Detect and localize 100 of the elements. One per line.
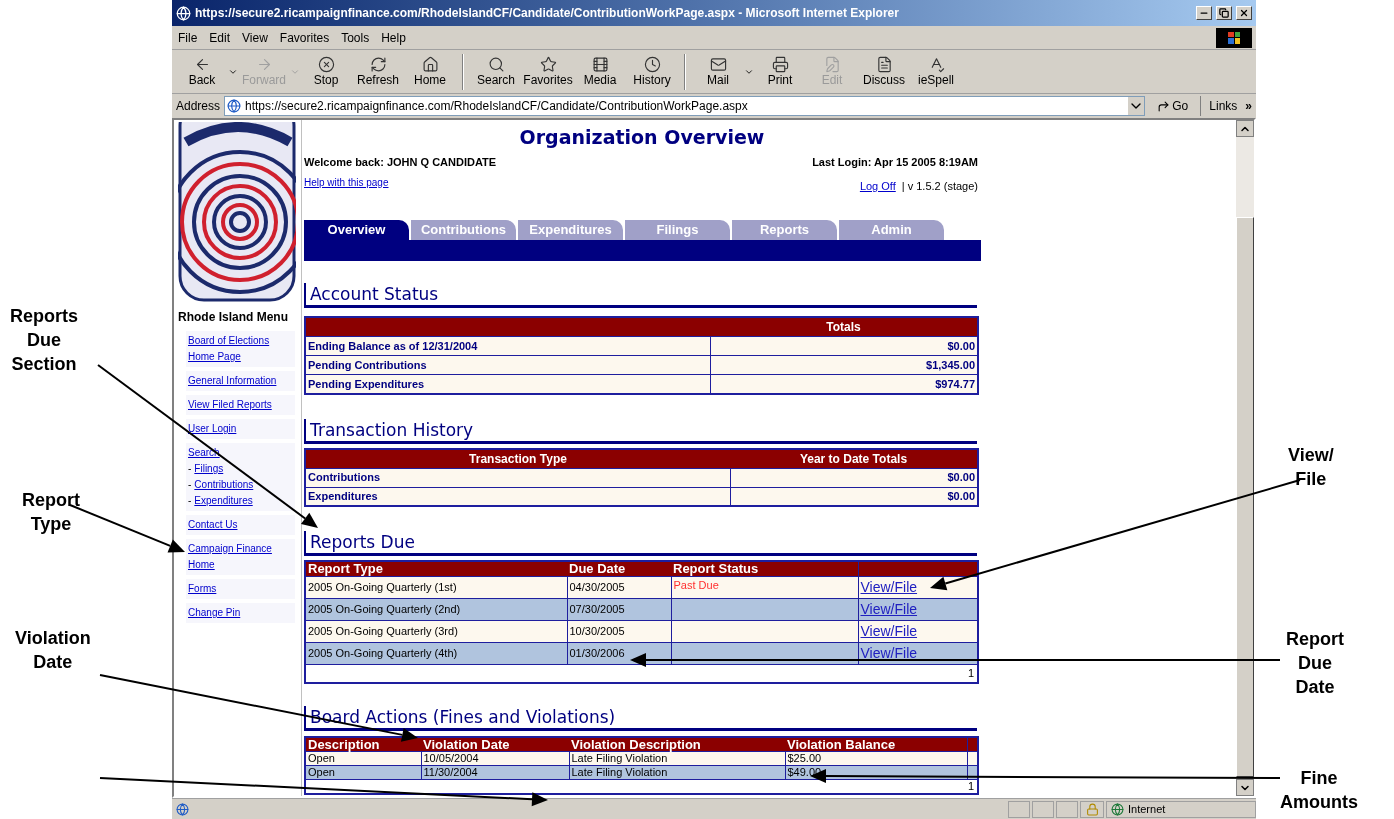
bullet-dash: - <box>188 494 192 508</box>
edit-page-icon <box>823 56 841 73</box>
toolbar-button[interactable]: Stop <box>300 56 352 87</box>
table-cell: Contributions <box>305 468 730 487</box>
column-header: Description <box>305 736 421 751</box>
column-header: Report Status <box>671 561 858 577</box>
windows-logo-icon <box>1216 27 1252 48</box>
table-cell: 2005 On-Going Quarterly (2nd) <box>305 598 567 621</box>
table-cell: 07/30/2005 <box>567 598 671 621</box>
table-cell: 10/30/2005 <box>567 620 671 643</box>
table-cell: $0.00 <box>730 468 978 487</box>
sidebar-link[interactable]: Change Pin <box>188 605 293 621</box>
menu-item[interactable]: File <box>172 28 204 47</box>
printer-icon <box>771 56 789 73</box>
menu-item[interactable]: View <box>236 28 274 47</box>
address-label: Address <box>176 98 221 115</box>
annotation-label: Report Type <box>22 489 80 536</box>
sidebar-link[interactable]: Forms <box>188 581 293 597</box>
toolbar-button[interactable]: Mail <box>692 56 754 87</box>
vertical-scrollbar[interactable] <box>1236 120 1254 796</box>
page-number[interactable]: 1 <box>967 779 974 792</box>
column-header: Violation Date <box>421 736 569 751</box>
toolbar-button[interactable]: Print <box>754 56 806 87</box>
table-cell: Ending Balance as of 12/31/2004 <box>305 336 710 356</box>
annotation-label: Report Due Date <box>1286 628 1344 699</box>
menu-item[interactable]: Tools <box>335 28 376 47</box>
go-button[interactable]: Go <box>1149 97 1197 115</box>
window-title: https://secure2.ricampaignfinance.com/RhodeIslandCF/Candidate/ContributionWorkPage.aspx - Microsoft Internet Explorer <box>195 5 900 22</box>
last-login-text: Last Login: Apr 15 2005 8:19AM <box>812 155 978 170</box>
restore-icon[interactable] <box>1216 6 1232 20</box>
page-icon <box>227 99 242 113</box>
annotation-label: Violation Date <box>15 627 91 674</box>
annotation-label: Fine Amounts <box>1280 767 1358 814</box>
toolbar-button[interactable]: Favorites <box>522 56 574 87</box>
globe-icon <box>1111 802 1124 816</box>
welcome-text: Welcome back: JOHN Q CANDIDATE <box>304 155 497 170</box>
column-header: Violation Balance <box>785 736 967 751</box>
toolbar-button[interactable]: Refresh <box>352 56 404 87</box>
zone-text: Internet <box>1128 801 1166 817</box>
scrollbar-thumb[interactable] <box>1236 217 1254 777</box>
sidebar-link[interactable]: General Information <box>188 373 293 389</box>
star-icon <box>539 56 557 73</box>
menu-item[interactable]: Help <box>375 28 412 47</box>
status-pane <box>1056 800 1078 818</box>
sidebar-link[interactable]: Filings <box>194 461 224 477</box>
page-number[interactable]: 1 <box>967 667 974 679</box>
film-icon <box>591 56 609 73</box>
table-cell: 2005 On-Going Quarterly (4th) <box>305 642 567 665</box>
table-cell: 10/05/2004 <box>421 751 569 765</box>
toolbar-button[interactable]: Home <box>404 56 456 87</box>
toolbar-button[interactable]: Search <box>470 56 522 87</box>
nav-tab[interactable]: Overview <box>304 220 409 240</box>
search-icon <box>487 56 505 73</box>
lock-icon <box>1085 802 1099 816</box>
dropdown-caret-icon[interactable] <box>1128 97 1145 115</box>
status-pane <box>1008 800 1030 818</box>
toolbar-button[interactable]: Discuss <box>858 56 910 87</box>
table-cell: 2005 On-Going Quarterly (3rd) <box>305 620 567 643</box>
links-button[interactable]: Links <box>1205 97 1242 115</box>
stop-icon <box>317 56 335 73</box>
sidebar-link[interactable]: Contact Us <box>188 517 293 533</box>
mail-icon <box>709 56 727 73</box>
more-chevron[interactable]: » <box>1245 97 1256 115</box>
table-cell: Late Filing Violation <box>569 751 785 765</box>
table-cell: $25.00 <box>785 751 967 765</box>
sidebar-link[interactable]: View Filed Reports <box>188 397 293 413</box>
minimize-icon[interactable] <box>1196 6 1212 20</box>
sidebar-link[interactable]: Campaign Finance Home <box>188 541 293 573</box>
table-cell: Open <box>305 765 421 779</box>
column-header: Violation Description <box>569 736 785 751</box>
menu-item[interactable]: Favorites <box>273 28 336 47</box>
table-cell: Expenditures <box>305 487 730 506</box>
close-icon[interactable] <box>1236 6 1252 20</box>
help-link[interactable]: Help with this page <box>304 174 389 190</box>
page-title: Organization Overview <box>518 125 766 150</box>
version-text: | v 1.5.2 (stage) <box>901 178 978 194</box>
toolbar-button[interactable]: Media <box>574 56 626 87</box>
table-cell: 04/30/2005 <box>567 576 671 599</box>
toolbar-button[interactable]: Back <box>176 56 238 87</box>
toolbar-button[interactable]: History <box>626 56 678 87</box>
table-cell: $0.00 <box>710 336 978 356</box>
address-field[interactable]: https://secure2.ricampaignfinance.com/RhodeIslandCF/Candidate/ContributionWorkPage.aspx <box>224 96 1146 116</box>
section-heading: Reports Due <box>304 531 977 556</box>
sidebar-link[interactable]: Board of Elections Home Page <box>188 333 293 365</box>
sidebar-title: Rhode Island Menu <box>178 309 289 326</box>
log-off-link[interactable]: Log Off <box>859 177 896 194</box>
annotation-label: View/ File <box>1288 444 1334 491</box>
table-cell: Pending Expenditures <box>305 374 710 394</box>
menu-item[interactable]: Edit <box>203 28 237 47</box>
go-arrow-icon <box>1157 99 1171 113</box>
table-cell: 2005 On-Going Quarterly (1st) <box>305 576 567 599</box>
sidebar-link[interactable]: Search <box>188 445 293 461</box>
toolbar-button[interactable]: ieSpell <box>910 56 962 87</box>
sidebar-link[interactable]: Expenditures <box>194 493 253 509</box>
bullet-dash: - <box>188 462 192 476</box>
sidebar-link[interactable]: Contributions <box>194 477 254 493</box>
sidebar-link[interactable]: User Login <box>188 421 293 437</box>
status-text: Past Due <box>673 579 719 591</box>
browser-icon <box>176 5 191 21</box>
column-header: Totals <box>710 317 978 337</box>
